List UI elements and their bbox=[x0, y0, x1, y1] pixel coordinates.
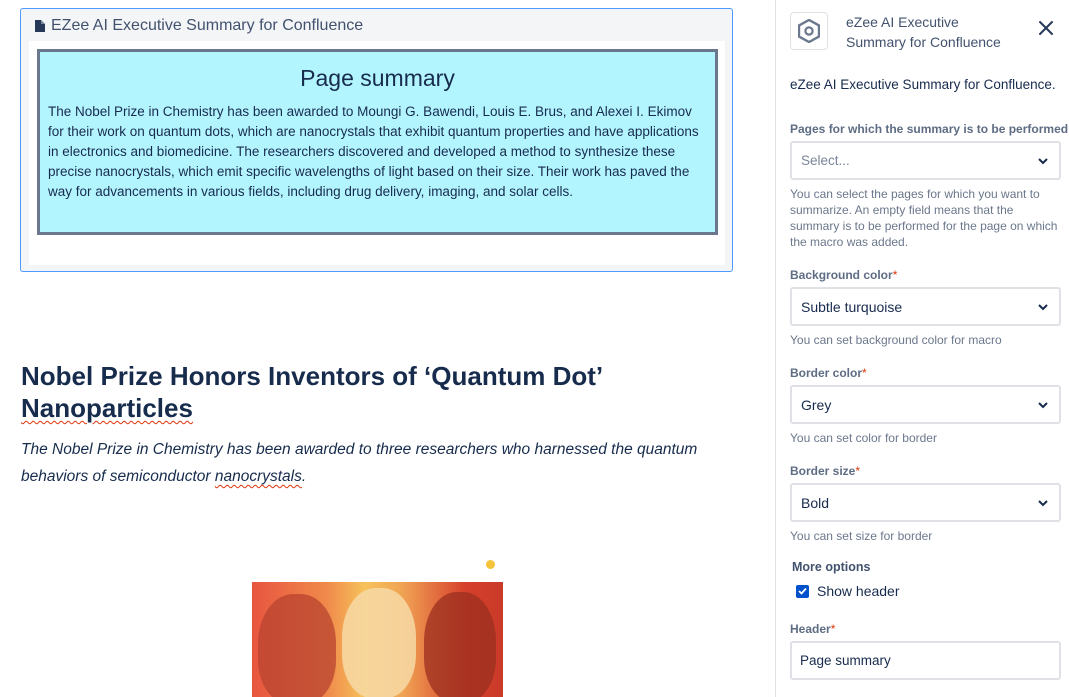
app-description: eZee AI Executive Summary for Confluence… bbox=[790, 77, 1056, 92]
pages-field-helper: You can select the pages for which you w… bbox=[790, 187, 1058, 249]
required-mark: * bbox=[892, 268, 898, 282]
checkmark-icon bbox=[798, 587, 807, 595]
laureate-face-2 bbox=[342, 588, 416, 697]
background-color-label-text: Background color bbox=[790, 268, 893, 282]
background-color-select[interactable]: Subtle turquoise bbox=[790, 287, 1061, 326]
border-size-label: Border size* bbox=[790, 464, 860, 478]
header-field-label: Header* bbox=[790, 622, 835, 636]
more-options-label: More options bbox=[792, 560, 871, 574]
app-name: eZee AI Executive Summary for Confluence bbox=[846, 14, 1001, 50]
hexagon-logo-icon bbox=[798, 19, 820, 43]
border-size-helper: You can set size for border bbox=[790, 529, 933, 543]
border-size-value: Bold bbox=[801, 494, 830, 511]
border-color-label-text: Border color bbox=[790, 366, 863, 380]
page-editor: EZee AI Executive Summary for Confluence… bbox=[0, 0, 775, 697]
macro-body: Page summary The Nobel Prize in Chemistr… bbox=[29, 41, 725, 265]
article-subtitle-misspelled-word: nanocrystals bbox=[214, 468, 302, 485]
article-subtitle-text: The Nobel Prize in Chemistry has been aw… bbox=[21, 441, 698, 485]
laureate-face-3 bbox=[424, 592, 496, 697]
summary-heading: Page summary bbox=[300, 65, 455, 91]
show-header-option[interactable]: Show header bbox=[796, 583, 900, 599]
border-size-label-text: Border size bbox=[790, 464, 856, 478]
chevron-down-icon bbox=[1038, 303, 1048, 310]
background-color-label: Background color* bbox=[790, 268, 897, 282]
article-subtitle-period: . bbox=[301, 468, 307, 485]
pages-field-label: Pages for which the summary is to be per… bbox=[790, 122, 1068, 136]
close-icon bbox=[1039, 21, 1053, 35]
header-input[interactable] bbox=[790, 641, 1061, 680]
show-header-label: Show header bbox=[817, 583, 900, 599]
header-field-label-text: Header bbox=[790, 622, 831, 636]
background-color-value: Subtle turquoise bbox=[801, 298, 903, 315]
macro-title: EZee AI Executive Summary for Confluence bbox=[51, 17, 364, 34]
pages-field-label-text: Pages for which the summary is to be per… bbox=[790, 122, 1069, 136]
background-color-helper: You can set background color for macro bbox=[790, 333, 1002, 347]
show-header-checkbox[interactable] bbox=[796, 584, 809, 598]
summary-macro[interactable]: EZee AI Executive Summary for Confluence… bbox=[20, 8, 733, 272]
pages-select[interactable]: Select... bbox=[790, 141, 1061, 180]
border-color-select[interactable]: Grey bbox=[790, 385, 1061, 424]
border-color-helper: You can set color for border bbox=[790, 431, 937, 445]
chevron-down-icon bbox=[1038, 401, 1048, 408]
chevron-down-icon bbox=[1038, 157, 1048, 164]
laureates-photo[interactable] bbox=[252, 582, 503, 697]
summary-box: Page summary The Nobel Prize in Chemistr… bbox=[37, 49, 718, 235]
article-subtitle: The Nobel Prize in Chemistry has been aw… bbox=[21, 436, 711, 490]
macro-header: EZee AI Executive Summary for Confluence bbox=[35, 17, 363, 35]
macro-config-panel: eZee AI Executive Summary for Confluence… bbox=[775, 0, 1069, 697]
required-mark: * bbox=[830, 622, 836, 636]
article-title-text: Nobel Prize Honors Inventors of ‘Quantum… bbox=[21, 361, 604, 391]
close-button[interactable] bbox=[1034, 16, 1058, 40]
article-title-misspelled-word: Nanoparticles bbox=[21, 393, 193, 423]
collab-cursor-dot bbox=[486, 560, 495, 569]
required-mark: * bbox=[855, 464, 861, 478]
document-icon bbox=[35, 20, 45, 32]
laureate-face-1 bbox=[258, 594, 336, 697]
required-mark: * bbox=[862, 366, 867, 380]
chevron-down-icon bbox=[1038, 499, 1048, 506]
border-color-value: Grey bbox=[801, 396, 832, 413]
border-size-select[interactable]: Bold bbox=[790, 483, 1061, 522]
app-logo bbox=[790, 12, 828, 50]
summary-text: The Nobel Prize in Chemistry has been aw… bbox=[48, 104, 699, 199]
border-color-label: Border color* bbox=[790, 366, 867, 380]
article-title: Nobel Prize Honors Inventors of ‘Quantum… bbox=[21, 360, 671, 424]
pages-select-placeholder: Select... bbox=[801, 153, 850, 168]
